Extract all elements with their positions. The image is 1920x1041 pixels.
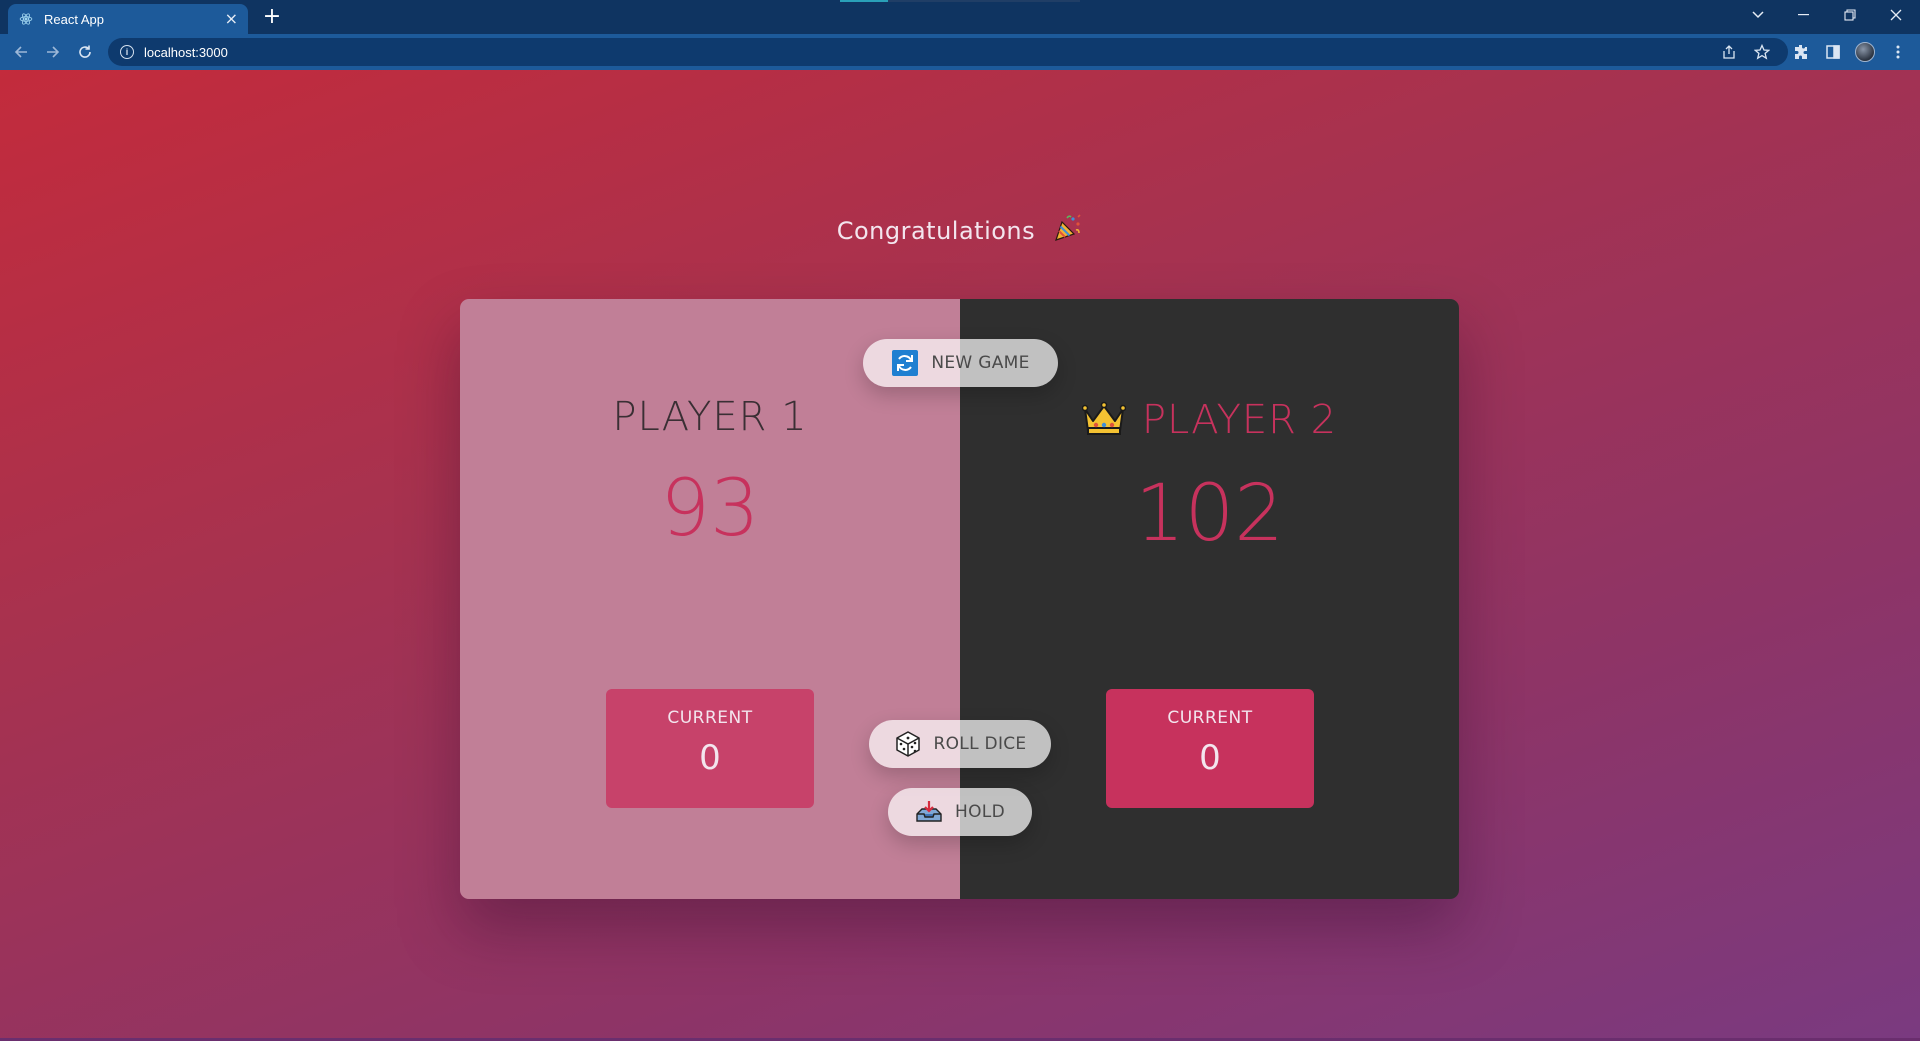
tab-strip: React App × + <box>0 0 1920 34</box>
side-panel-icon[interactable] <box>1821 40 1845 64</box>
inbox-tray-icon <box>915 800 943 824</box>
close-window-icon[interactable] <box>1874 0 1918 30</box>
player-2-current-label: CURRENT <box>1167 708 1253 728</box>
congratulations-text: Congratulations <box>836 217 1036 245</box>
player-2-current-box: CURRENT 0 <box>1106 689 1314 808</box>
url-text: localhost:3000 <box>144 44 228 60</box>
player-2-heading: PLAYER 2 <box>960 397 1459 447</box>
tab-title: React App <box>44 11 104 27</box>
restore-icon[interactable] <box>1828 0 1872 30</box>
congratulations-heading: Congratulations <box>0 213 1920 249</box>
tab-search-icon[interactable] <box>1736 0 1780 30</box>
hold-label: HOLD <box>955 802 1005 822</box>
player-1-panel: PLAYER 1 93 CURRENT 0 <box>460 299 960 899</box>
menu-kebab-icon[interactable] <box>1886 40 1910 64</box>
back-icon[interactable] <box>9 40 33 64</box>
player-2-current-value: 0 <box>1199 738 1221 778</box>
player-1-current-value: 0 <box>699 738 721 778</box>
hold-button[interactable]: HOLD <box>888 788 1032 836</box>
player-1-current-box: CURRENT 0 <box>606 689 814 808</box>
player-2-score: 102 <box>1135 469 1284 559</box>
player-2-panel: PLAYER 2 102 CURRENT 0 <box>960 299 1459 899</box>
new-tab-button[interactable]: + <box>260 6 284 30</box>
roll-dice-label: ROLL DICE <box>933 734 1027 754</box>
dice-icon <box>894 730 922 758</box>
browser-toolbar: i localhost:3000 <box>0 34 1920 70</box>
new-game-button[interactable]: NEW GAME <box>863 339 1058 387</box>
bookmark-star-icon[interactable] <box>1750 40 1774 64</box>
profile-avatar[interactable] <box>1855 42 1875 62</box>
player-1-score: 93 <box>660 464 760 554</box>
address-bar[interactable]: i localhost:3000 <box>108 38 1788 66</box>
close-tab-icon[interactable]: × <box>225 11 238 27</box>
player-1-current-label: CURRENT <box>667 708 753 728</box>
game-board: PLAYER 1 93 CURRENT 0 PLAYER 2 102 CURRE… <box>460 299 1459 899</box>
tab-strip-indicator <box>840 0 1080 2</box>
reload-icon[interactable] <box>73 40 97 64</box>
player-2-name: PLAYER 2 <box>1141 397 1338 443</box>
page-viewport: Congratulations PLAYER 1 93 CURRENT 0 PL… <box>0 70 1920 1041</box>
new-game-label: NEW GAME <box>931 353 1030 373</box>
share-icon[interactable] <box>1717 40 1741 64</box>
site-info-icon[interactable]: i <box>120 45 134 59</box>
react-logo-icon <box>18 11 34 27</box>
extensions-icon[interactable] <box>1789 40 1813 64</box>
forward-icon[interactable] <box>41 40 65 64</box>
player-1-name: PLAYER 1 <box>612 394 808 440</box>
browser-tab[interactable]: React App × <box>8 4 248 34</box>
party-popper-icon <box>1053 213 1083 249</box>
refresh-icon <box>891 349 919 377</box>
roll-dice-button[interactable]: ROLL DICE <box>869 720 1051 768</box>
crown-icon <box>1081 401 1127 447</box>
minimize-icon[interactable] <box>1782 0 1826 30</box>
